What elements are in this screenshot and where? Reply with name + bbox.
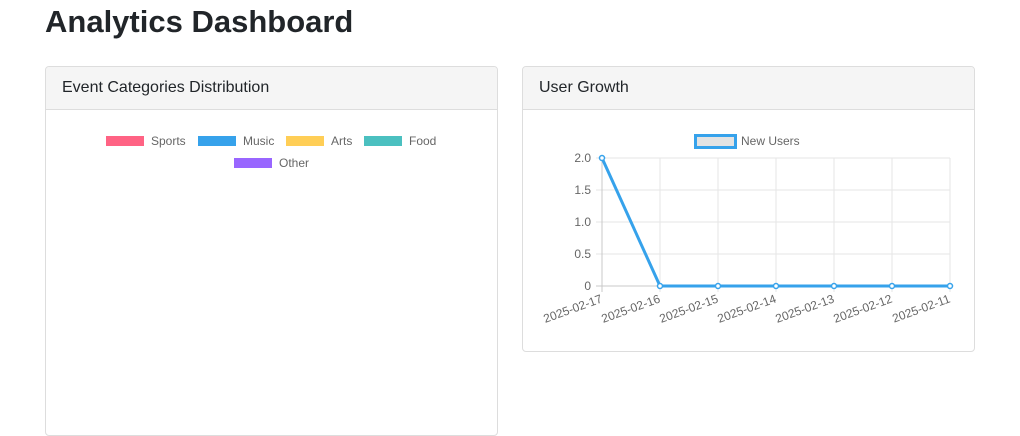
event-categories-card-header: Event Categories Distribution bbox=[46, 67, 497, 110]
y-tick-label: 1.0 bbox=[574, 215, 591, 229]
legend-label-music: Music bbox=[243, 134, 274, 148]
user-growth-chart: New Users 2.01.51.00.50 2025-02-172025-0… bbox=[542, 134, 954, 326]
legend-item-other[interactable]: Other bbox=[234, 156, 309, 170]
legend-swatch-other bbox=[234, 158, 272, 168]
legend-item-music[interactable]: Music bbox=[198, 134, 274, 148]
y-tick-label: 1.5 bbox=[574, 183, 591, 197]
x-tick-label: 2025-02-16 bbox=[600, 292, 663, 326]
x-tick-label: 2025-02-13 bbox=[774, 292, 837, 326]
data-point[interactable] bbox=[714, 282, 722, 290]
chart-legend-item[interactable]: New Users bbox=[694, 134, 800, 149]
legend-label-other: Other bbox=[279, 156, 309, 170]
legend-label-arts: Arts bbox=[331, 134, 352, 148]
chart-grid bbox=[596, 157, 951, 292]
user-growth-card: User Growth New Users 2.0 1.5 1.0 0.5 0 2025… bbox=[522, 66, 975, 352]
category-legend: Sports Music Arts Food Other bbox=[106, 134, 436, 170]
user-growth-card-header: User Growth bbox=[523, 67, 974, 110]
data-point[interactable] bbox=[772, 282, 780, 290]
x-tick-label: 2025-02-15 bbox=[658, 292, 721, 326]
legend-swatch-music bbox=[198, 136, 236, 146]
data-point[interactable] bbox=[598, 154, 606, 162]
legend-item-arts[interactable]: Arts bbox=[286, 134, 352, 148]
legend-label-food: Food bbox=[409, 134, 436, 148]
x-axis-ticks: 2025-02-172025-02-162025-02-152025-02-14… bbox=[542, 292, 953, 326]
legend-swatch-food bbox=[364, 136, 402, 146]
y-axis-ticks: 2.0 1.5 1.0 0.5 0 bbox=[574, 151, 591, 293]
legend-label-sports: Sports bbox=[151, 134, 186, 148]
data-point[interactable] bbox=[888, 282, 896, 290]
legend-label-new-users: New Users bbox=[741, 134, 800, 148]
data-point[interactable] bbox=[946, 282, 954, 290]
data-point[interactable] bbox=[830, 282, 838, 290]
x-tick-label: 2025-02-17 bbox=[542, 292, 605, 326]
y-tick-label: 0.5 bbox=[574, 247, 591, 261]
legend-item-food[interactable]: Food bbox=[364, 134, 436, 148]
y-tick-label: 2.0 bbox=[574, 151, 591, 165]
legend-swatch-arts bbox=[286, 136, 324, 146]
legend-item-sports[interactable]: Sports bbox=[106, 134, 186, 148]
y-tick-label: 0 bbox=[584, 279, 591, 293]
event-categories-card: Event Categories Distribution Sports Mus… bbox=[45, 66, 498, 436]
x-tick-label: 2025-02-11 bbox=[890, 292, 952, 326]
legend-swatch-sports bbox=[106, 136, 144, 146]
legend-swatch-new-users bbox=[694, 134, 737, 149]
x-tick-label: 2025-02-14 bbox=[716, 292, 779, 326]
x-tick-label: 2025-02-12 bbox=[832, 292, 895, 326]
data-point[interactable] bbox=[656, 282, 664, 290]
page-title: Analytics Dashboard bbox=[45, 4, 354, 39]
